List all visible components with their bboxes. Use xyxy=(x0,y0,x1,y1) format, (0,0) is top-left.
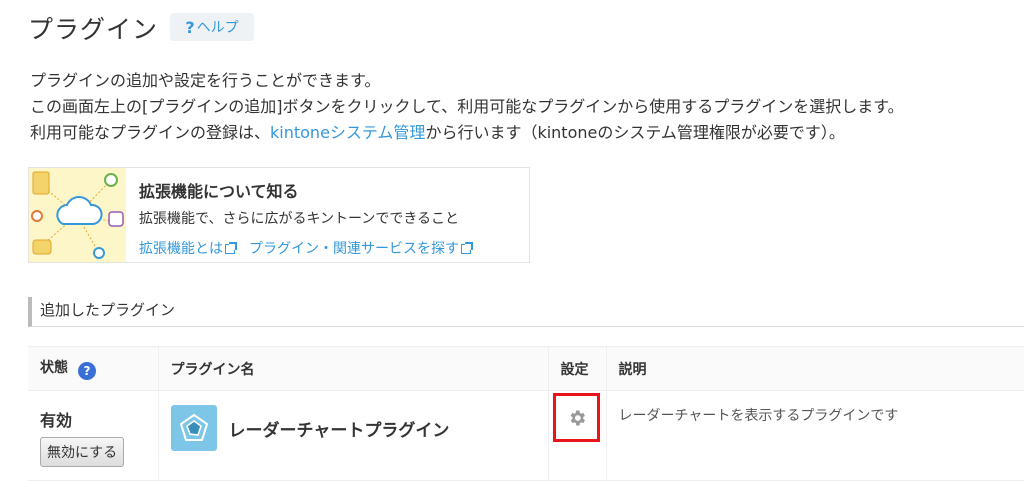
table-row: 有効 無効にする レーダーチャートプラグイン レーダーチャートを表示するプラグイ… xyxy=(28,390,1024,481)
find-plugins-link[interactable]: プラグイン・関連サービスを探す xyxy=(249,238,473,258)
description-line-3-prefix: 利用可能なプラグインの登録は、 xyxy=(30,123,271,142)
section-title: 追加したプラグイン xyxy=(28,297,1024,327)
name-cell: レーダーチャートプラグイン xyxy=(157,390,548,481)
external-link-icon xyxy=(225,242,237,254)
header-description: 説明 xyxy=(605,346,1024,391)
system-admin-link[interactable]: kintoneシステム管理 xyxy=(270,123,425,142)
disable-button[interactable]: 無効にする xyxy=(40,437,125,467)
about-extensions-label: 拡張機能とは xyxy=(139,241,223,257)
help-button[interactable]: ? ヘルプ xyxy=(170,13,254,41)
extension-card-title: 拡張機能について知る xyxy=(139,182,299,201)
header-name: プラグイン名 xyxy=(157,346,548,391)
extension-card: 拡張機能について知る 拡張機能で、さらに広がるキントーンでできること 拡張機能と… xyxy=(28,167,530,263)
header-status: 状態? xyxy=(28,346,158,391)
radar-chart-icon xyxy=(170,405,217,451)
description-line-1: プラグインの追加や設定を行うことができます。 xyxy=(30,71,381,90)
gear-icon xyxy=(570,410,585,425)
help-label: ヘルプ xyxy=(196,20,239,36)
page-title: プラグイン xyxy=(28,15,159,44)
question-circle-icon[interactable]: ? xyxy=(78,362,96,380)
status-label: 有効 xyxy=(40,411,73,430)
description-line-3-suffix: から行います（kintoneのシステム管理権限が必要です）。 xyxy=(425,123,845,142)
plugin-settings-button[interactable] xyxy=(553,393,600,442)
table-header: 状態? プラグイン名 設定 説明 xyxy=(28,346,1024,391)
external-link-icon xyxy=(461,242,473,254)
header-settings: 設定 xyxy=(547,346,606,391)
about-extensions-link[interactable]: 拡張機能とは xyxy=(139,238,237,258)
plugin-description: レーダーチャートを表示するプラグインです xyxy=(618,408,899,424)
description-line-2: この画面左上の[プラグインの追加]ボタンをクリックして、利用可能なプラグインから… xyxy=(30,97,904,116)
plugin-table: 状態? プラグイン名 設定 説明 有効 無効にする レーダーチャートプラグイン … xyxy=(28,346,1024,481)
status-cell: 有効 無効にする xyxy=(28,390,158,481)
description-cell: レーダーチャートを表示するプラグインです xyxy=(605,390,1024,481)
plugin-name: レーダーチャートプラグイン xyxy=(228,420,450,441)
description-line-3: 利用可能なプラグインの登録は、kintoneシステム管理から行います（kinto… xyxy=(30,120,904,146)
header-status-label: 状態 xyxy=(40,360,68,376)
extension-illustration xyxy=(29,168,126,262)
extension-card-subtitle: 拡張機能で、さらに広がるキントーンでできること xyxy=(139,211,460,227)
page-description: プラグインの追加や設定を行うことができます。 この画面左上の[プラグインの追加]… xyxy=(30,68,904,146)
find-plugins-label: プラグイン・関連サービスを探す xyxy=(249,241,459,257)
help-icon: ? xyxy=(185,17,195,37)
